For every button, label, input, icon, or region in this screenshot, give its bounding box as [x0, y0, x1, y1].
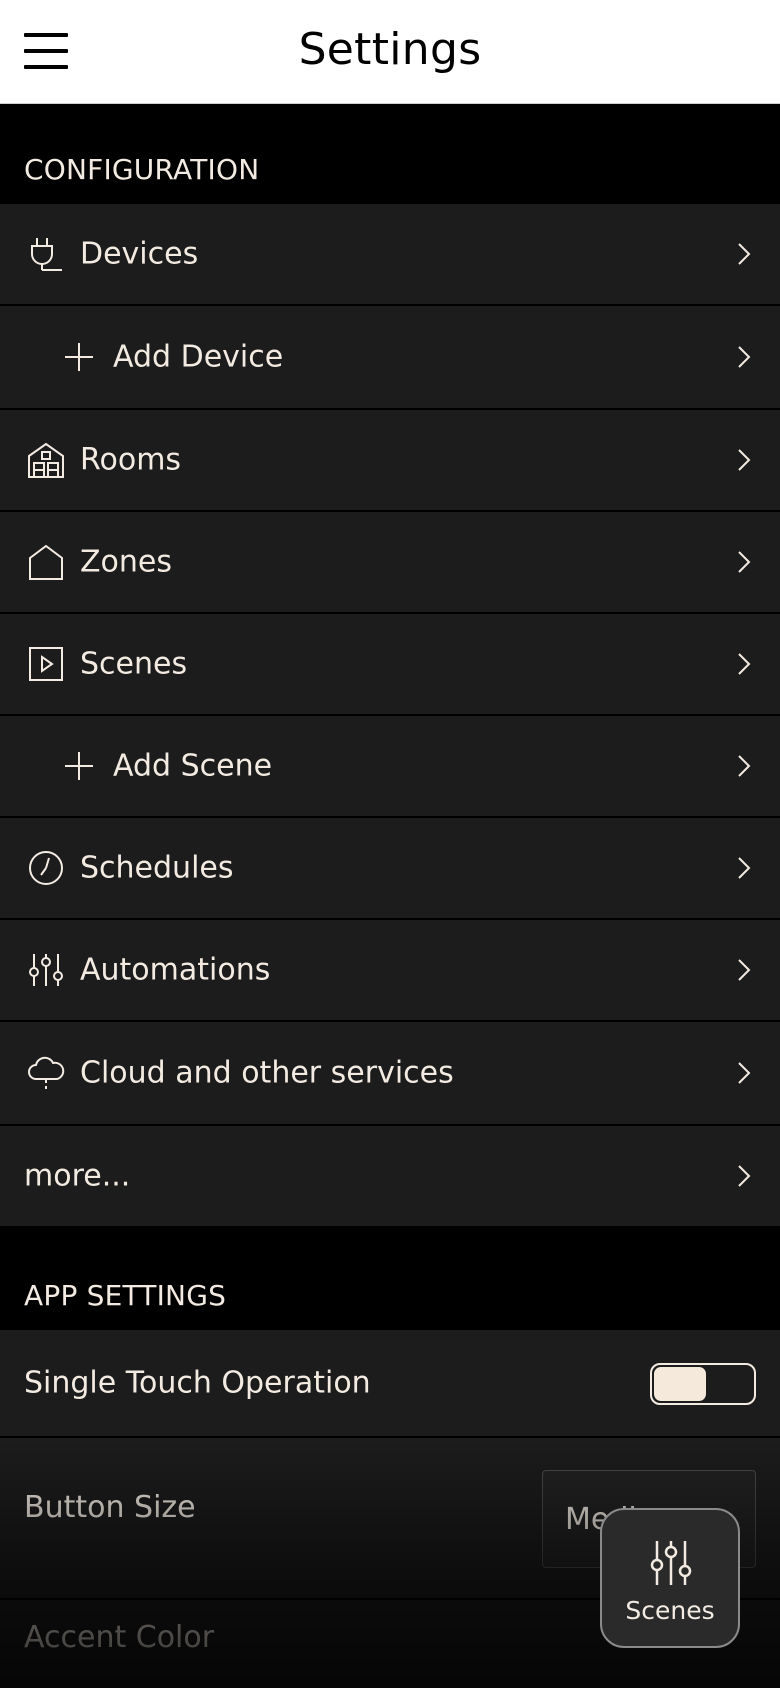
chevron-right-icon: [738, 959, 751, 981]
chevron-right-icon: [738, 857, 751, 879]
section-label-configuration: CONFIGURATION: [24, 153, 260, 186]
cloud-icon: [28, 1056, 65, 1089]
settings-item-label: Zones: [80, 544, 173, 580]
settings-item-label: Rooms: [80, 442, 182, 478]
sliders-icon: [650, 1541, 692, 1585]
settings-item-label: Scenes: [80, 646, 188, 682]
plug-icon: [31, 238, 62, 271]
page-title: Settings: [298, 24, 482, 75]
plus-icon: [65, 752, 93, 780]
settings-item-scenes[interactable]: Scenes: [0, 614, 780, 716]
settings-item-label: Add Device: [113, 339, 284, 375]
chevron-right-icon: [738, 551, 751, 573]
chevron-right-icon: [738, 755, 751, 777]
toggle-knob: [654, 1367, 706, 1401]
settings-item-add-scene[interactable]: Add Scene: [0, 716, 780, 818]
clock-icon: [29, 851, 63, 885]
settings-item-label: Add Scene: [113, 748, 273, 784]
settings-item-more[interactable]: more...: [0, 1126, 780, 1226]
settings-item-label: more...: [24, 1158, 131, 1194]
settings-item-devices[interactable]: Devices: [0, 204, 780, 306]
chevron-right-icon: [738, 346, 751, 368]
house-outline-icon: [29, 544, 63, 580]
settings-item-label: Automations: [80, 952, 271, 988]
settings-item-rooms[interactable]: Rooms: [0, 410, 780, 512]
scenes-fab-button[interactable]: Scenes: [600, 1508, 740, 1648]
sliders-icon: [29, 954, 63, 986]
chevron-right-icon: [738, 449, 751, 471]
settings-item-schedules[interactable]: Schedules: [0, 818, 780, 920]
chevron-right-icon: [738, 653, 751, 675]
section-label-app-settings: APP SETTINGS: [24, 1279, 227, 1312]
setting-single-touch: Single Touch Operation: [0, 1330, 780, 1438]
settings-item-cloud-services[interactable]: Cloud and other services: [0, 1022, 780, 1126]
top-bar: Settings: [0, 0, 780, 104]
settings-item-label: Schedules: [80, 850, 234, 886]
chevron-right-icon: [738, 1062, 751, 1084]
scenes-fab-label: Scenes: [625, 1596, 715, 1625]
plus-icon: [65, 343, 93, 371]
settings-item-label: Devices: [80, 236, 199, 272]
settings-item-zones[interactable]: Zones: [0, 512, 780, 614]
settings-item-automations[interactable]: Automations: [0, 920, 780, 1022]
settings-item-add-device[interactable]: Add Device: [0, 306, 780, 410]
single-touch-toggle[interactable]: [650, 1363, 756, 1405]
chevron-right-icon: [738, 243, 751, 265]
play-square-icon: [29, 647, 63, 681]
chevron-right-icon: [738, 1165, 751, 1187]
setting-label: Accent Color: [24, 1620, 215, 1655]
setting-label: Single Touch Operation: [24, 1365, 371, 1401]
setting-label: Button Size: [24, 1490, 196, 1525]
settings-item-label: Cloud and other services: [80, 1055, 454, 1091]
rooms-house-icon: [28, 442, 64, 478]
